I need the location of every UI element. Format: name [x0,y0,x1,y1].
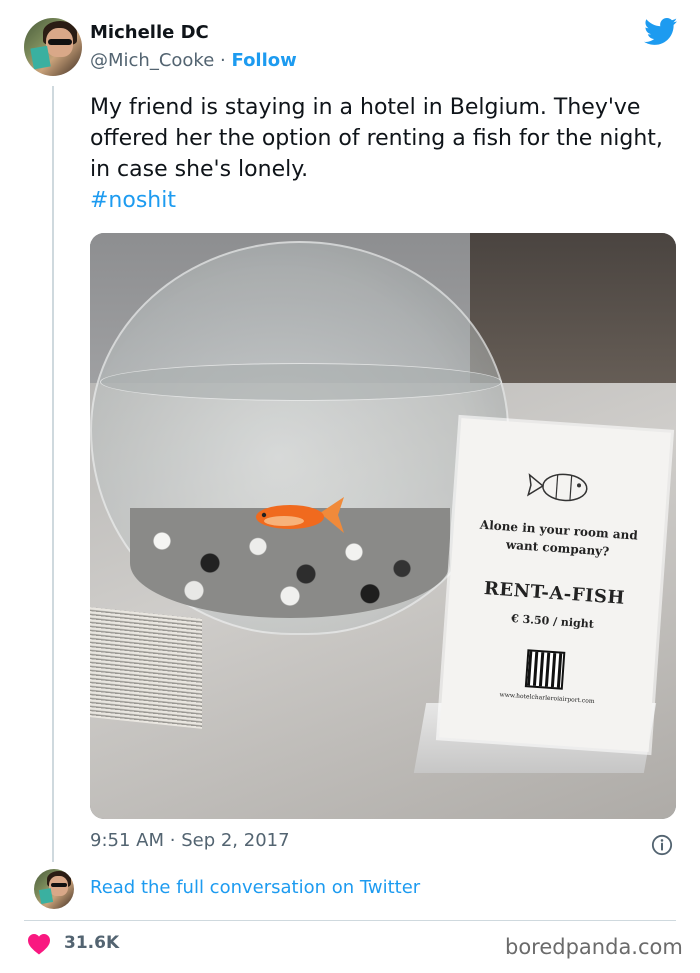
reply-avatar[interactable] [34,869,74,909]
twitter-bird-icon[interactable] [644,18,678,46]
timestamp-separator: · [169,830,176,851]
follow-button[interactable]: Follow [232,50,297,71]
tweet-text: My friend is staying in a hotel in Belgi… [90,92,670,216]
author-handle[interactable]: @Mich_Cooke [90,50,214,71]
read-conversation-link[interactable]: Read the full conversation on Twitter [90,877,420,898]
photo-water-surface [100,363,502,401]
thread-line [52,86,54,862]
footer-divider [24,920,676,921]
author-display-name[interactable]: Michelle DC [90,22,209,43]
info-icon[interactable] [651,834,673,856]
clownfish-icon [526,473,588,502]
qr-code-icon [524,649,566,690]
heart-icon[interactable] [27,933,51,955]
tweet-body: My friend is staying in a hotel in Belgi… [90,95,663,182]
tweet-timestamp[interactable]: 9:51 AM · Sep 2, 2017 [90,830,290,851]
author-handle-row: @Mich_Cooke · Follow [90,50,297,71]
like-count[interactable]: 31.6K [64,933,119,953]
watermark: boredpanda.com [505,935,683,959]
goldfish-image [256,497,344,533]
sign-title: RENT-A-FISH [483,578,626,609]
photo-business-cards [90,607,202,729]
tweet-time: 9:51 AM [90,830,164,851]
tweet-date: Sep 2, 2017 [181,830,290,851]
hashtag-link[interactable]: #noshit [90,188,176,213]
sign-price: € 3.50 / night [510,612,595,631]
tweet-photo[interactable]: Alone in your room and want company? REN… [90,233,676,819]
author-avatar[interactable] [24,18,82,76]
sign-url: www.hotelcharleroiairport.com [499,691,595,706]
handle-separator: · [220,50,226,71]
photo-sign: Alone in your room and want company? REN… [439,418,671,752]
